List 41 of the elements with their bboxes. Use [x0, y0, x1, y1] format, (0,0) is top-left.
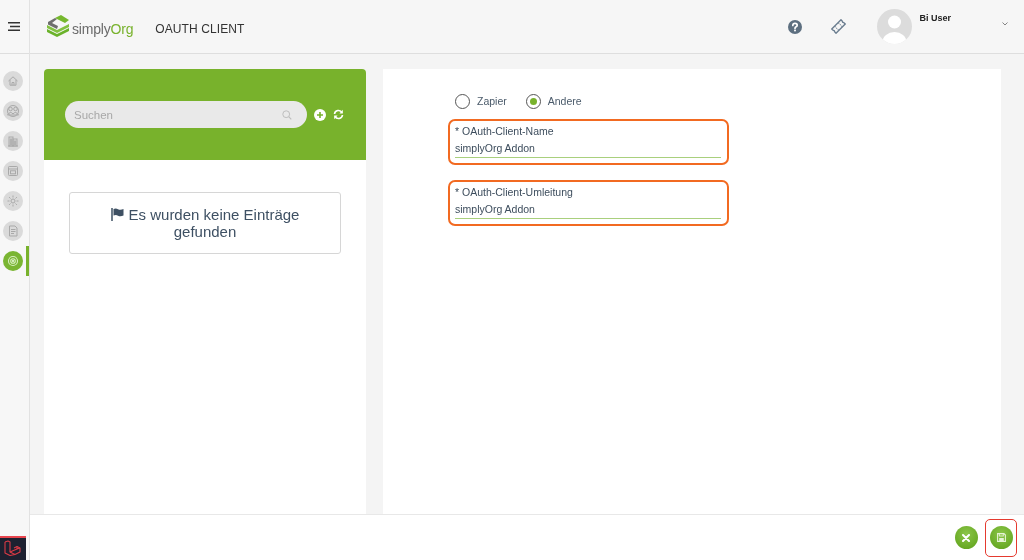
avatar-icon: [877, 9, 913, 44]
field-label: * OAuth-Client-Name: [455, 124, 555, 138]
add-button[interactable]: [314, 108, 326, 121]
input-field[interactable]: simplyOrg Addon: [455, 202, 721, 219]
chevron-down-icon: [1002, 21, 1008, 26]
logo-icon[interactable]: [0, 536, 26, 560]
target-icon: [3, 251, 23, 271]
search-field[interactable]: Suchen: [65, 101, 307, 128]
search-input[interactable]: Suchen: [74, 108, 282, 121]
save-icon: [996, 533, 1006, 542]
cancel-button[interactable]: [954, 526, 978, 549]
user-menu-button[interactable]: [1002, 21, 1008, 26]
help-icon: [788, 19, 803, 34]
logo-text: simplyOrg: [72, 21, 134, 38]
radio-option[interactable]: Andere: [525, 93, 582, 109]
sun-icon: [3, 191, 23, 211]
add-icon: [314, 108, 326, 121]
home-icon: [3, 71, 23, 91]
menu-button[interactable]: [7, 22, 20, 31]
input-field[interactable]: simplyOrg Addon: [455, 141, 721, 158]
building-icon: [3, 131, 23, 151]
page-title: OAUTH CLIENT: [155, 21, 245, 36]
save-button[interactable]: [989, 526, 1013, 549]
ticket-icon: [831, 19, 847, 34]
calendar-icon: [3, 161, 23, 181]
empty-message: Es wurden keine Einträge gefunden: [128, 206, 300, 240]
field-label: * OAuth-Client-Umleitung: [455, 185, 574, 199]
sidebar-item[interactable]: [0, 246, 29, 276]
ticket-button[interactable]: [831, 19, 847, 34]
refresh-button[interactable]: [333, 109, 344, 120]
logo-icon: [45, 14, 71, 39]
document-icon: [3, 221, 23, 241]
people-icon: [3, 101, 23, 121]
close-icon: [962, 533, 970, 542]
search-icon: [282, 109, 292, 120]
user-name: Bi User: [919, 13, 951, 23]
flag-icon: [110, 208, 124, 221]
refresh-icon: [333, 109, 344, 120]
menu-icon: [7, 22, 20, 31]
radio-option[interactable]: Zapier: [455, 93, 507, 109]
help-button[interactable]: [788, 19, 803, 34]
